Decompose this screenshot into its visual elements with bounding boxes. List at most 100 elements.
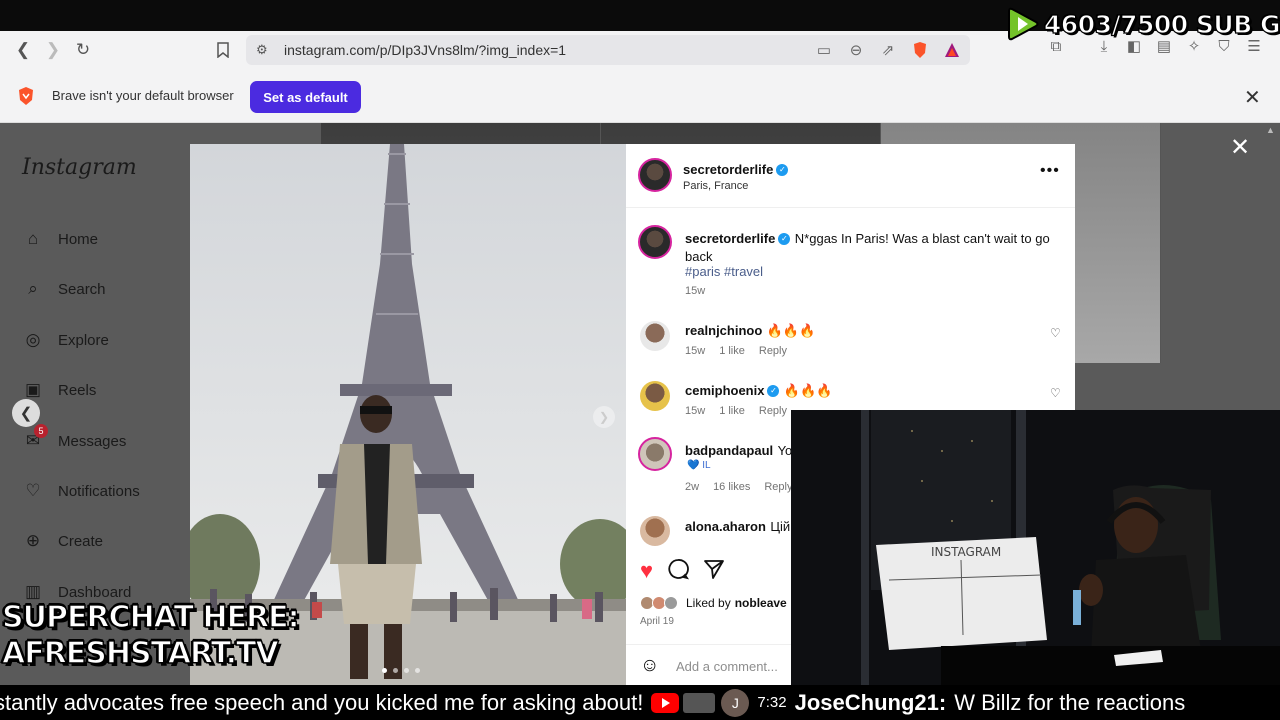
- comment-age: 15w: [685, 405, 706, 417]
- chatter-avatar: J: [721, 688, 750, 717]
- nav-search[interactable]: ⌕ Search: [22, 276, 106, 302]
- author-avatar[interactable]: [638, 158, 672, 192]
- nav-explore[interactable]: ◎ Explore: [22, 327, 109, 353]
- comment: badpandapaul You: [685, 442, 800, 460]
- add-comment-input[interactable]: Add a comment...: [676, 659, 778, 674]
- bookmark-icon[interactable]: [208, 35, 238, 65]
- comment: alona.aharon Цій: [685, 518, 790, 536]
- like-heart-icon[interactable]: ♥: [640, 558, 653, 586]
- comment-avatar[interactable]: [640, 321, 670, 351]
- cast-icon[interactable]: ▭: [814, 39, 834, 61]
- comment-likes[interactable]: 1 like: [719, 345, 745, 357]
- set-as-default-button[interactable]: Set as default: [250, 81, 361, 113]
- comment-icon[interactable]: [667, 558, 690, 586]
- carousel-dot: [415, 668, 420, 673]
- comment-text: 🔥🔥🔥: [766, 323, 816, 338]
- comment-avatar[interactable]: [638, 437, 672, 471]
- comment-reply[interactable]: Reply: [759, 405, 787, 417]
- compass-icon: ◎: [25, 330, 41, 349]
- nav-label: Messages: [58, 432, 127, 450]
- comment: cemiphoenix ✓ 🔥🔥🔥: [685, 382, 832, 400]
- screen: 4603/7500 SUB G ❮ ❯ ↻ ⚙ instagram.com/p/…: [0, 0, 1280, 720]
- carousel-dot: [393, 668, 398, 673]
- comment-avatar[interactable]: [640, 516, 670, 546]
- sub-goal-overlay: 4603/7500 SUB G: [1006, 6, 1280, 42]
- brave-rewards-icon[interactable]: [942, 39, 962, 61]
- brave-logo-icon: [16, 86, 36, 106]
- author-username[interactable]: secretorderlife: [683, 162, 773, 177]
- forward-icon[interactable]: ❯: [38, 35, 68, 65]
- url-text[interactable]: instagram.com/p/DIp3JVns8lm/?img_index=1: [284, 42, 566, 58]
- comment-text: Цій: [770, 519, 791, 534]
- caption: secretorderlife ✓ N*ggas In Paris! Was a …: [685, 230, 1070, 266]
- caption-age: 15w: [685, 285, 706, 297]
- comment-username[interactable]: badpandapaul: [685, 443, 773, 458]
- nav-reels[interactable]: ▣ Reels: [22, 377, 96, 403]
- nav-label: Notifications: [58, 482, 140, 500]
- comment-reply[interactable]: Reply: [764, 481, 792, 493]
- messenger-icon: ✉ 5: [22, 424, 48, 452]
- nav-create[interactable]: ⊕ Create: [22, 528, 103, 554]
- verified-badge-icon: ✓: [778, 232, 791, 245]
- comment-meta: 2w 16 likes Reply: [685, 481, 806, 493]
- post-date: April 19: [640, 616, 674, 627]
- zoom-icon[interactable]: ⊖: [846, 39, 866, 61]
- default-browser-infobar: Brave isn't your default browser Set as …: [0, 69, 1280, 123]
- nav-home[interactable]: ⌂ Home: [22, 226, 98, 252]
- nav-label: Search: [58, 280, 106, 298]
- emote-icon: [683, 692, 716, 713]
- share-send-icon[interactable]: [703, 558, 725, 586]
- nav-notifications[interactable]: ♡ Notifications: [22, 478, 140, 504]
- instagram-logo[interactable]: Instagram: [22, 155, 137, 180]
- comment-reply[interactable]: Reply: [759, 345, 787, 357]
- comment-username[interactable]: cemiphoenix: [685, 383, 764, 398]
- home-icon: ⌂: [27, 229, 39, 248]
- comment-avatar[interactable]: [640, 381, 670, 411]
- reels-icon: ▣: [24, 380, 42, 399]
- heart-icon: ♡: [25, 481, 41, 500]
- previous-post-arrow-icon[interactable]: ❮: [12, 399, 40, 427]
- nav-messages[interactable]: ✉ 5 Messages: [22, 424, 127, 454]
- scrollbar-up-icon[interactable]: ▲: [1266, 125, 1275, 135]
- superchat-line1: SUPERCHAT HERE:: [1, 599, 300, 635]
- infobar-message: Brave isn't your default browser: [52, 88, 234, 103]
- ticker-username: JoseChung21:: [794, 689, 947, 715]
- chat-ticker: stantly advocates free speech and you ki…: [0, 685, 1280, 720]
- liked-by-user[interactable]: nobleave: [735, 596, 787, 610]
- like-comment-icon[interactable]: ♡: [1050, 386, 1061, 400]
- streamer-webcam: INSTAGRAM: [791, 410, 1280, 686]
- comment-likes[interactable]: 16 likes: [713, 481, 750, 493]
- address-bar[interactable]: ⚙ instagram.com/p/DIp3JVns8lm/?img_index…: [246, 35, 970, 65]
- like-comment-icon[interactable]: ♡: [1050, 326, 1061, 340]
- nav-label: Reels: [58, 381, 97, 399]
- webcam-feed: INSTAGRAM: [791, 410, 1280, 686]
- comment-text-continued: 💙 IL: [687, 460, 711, 471]
- svg-text:INSTAGRAM: INSTAGRAM: [931, 545, 1001, 559]
- comment-text: 🔥🔥🔥: [783, 383, 833, 398]
- site-settings-icon[interactable]: ⚙: [256, 42, 268, 58]
- superchat-overlay: SUPERCHAT HERE: AFRESHSTART.TV: [1, 599, 300, 672]
- carousel-dot: [404, 668, 409, 673]
- plus-icon: ⊕: [25, 531, 41, 550]
- messages-badge: 5: [34, 424, 48, 438]
- caption-hashtags[interactable]: #paris #travel: [685, 264, 763, 279]
- comment-username[interactable]: alona.aharon: [685, 519, 766, 534]
- liked-by: Liked by nobleave: [640, 596, 787, 610]
- caption-username[interactable]: secretorderlife: [685, 231, 775, 246]
- reload-icon[interactable]: ↻: [68, 35, 98, 65]
- modal-close-icon[interactable]: ✕: [1230, 133, 1250, 162]
- carousel-dot: [382, 668, 387, 673]
- back-icon[interactable]: ❮: [8, 35, 38, 65]
- comment-username[interactable]: realnjchinoo: [685, 323, 762, 338]
- carousel-next-icon[interactable]: ❯: [593, 406, 615, 428]
- brave-shields-icon[interactable]: [910, 39, 930, 61]
- comment-likes[interactable]: 1 like: [719, 405, 745, 417]
- infobar-close-icon[interactable]: ✕: [1244, 85, 1261, 110]
- post-location[interactable]: Paris, France: [683, 180, 748, 192]
- share-icon[interactable]: ⇗: [878, 39, 898, 61]
- rumble-play-icon: [1006, 6, 1040, 42]
- more-options-icon[interactable]: •••: [1040, 162, 1060, 180]
- caption-avatar[interactable]: [638, 225, 672, 259]
- sub-goal-text: 4603/7500 SUB G: [1043, 9, 1280, 39]
- emoji-icon[interactable]: ☺: [640, 655, 659, 677]
